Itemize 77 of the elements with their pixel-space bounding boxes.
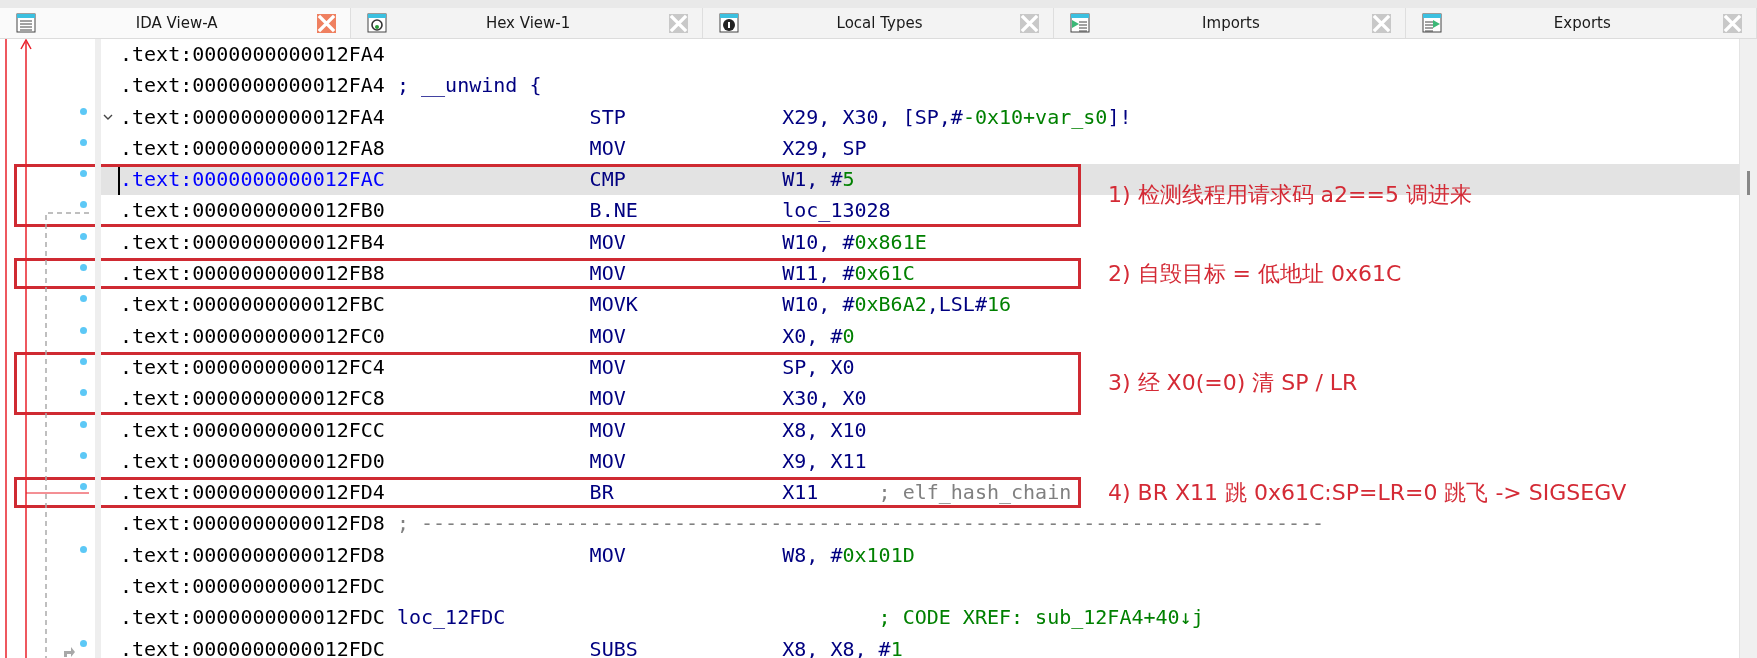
close-button[interactable] [1020, 13, 1040, 33]
mnemonic-text: MOV [589, 134, 627, 162]
close-button[interactable] [1371, 13, 1391, 33]
address-text[interactable]: .text:0000000000012FD8 [120, 539, 397, 572]
mnemonic-text: MOV [589, 541, 627, 569]
address-text[interactable]: .text:0000000000012FC0 [120, 320, 397, 352]
address-text[interactable]: .text:0000000000012FDC [120, 633, 397, 658]
operand-text: W8, #0x101D [782, 541, 915, 569]
comment-text: ; elf_hash_chain [878, 479, 1072, 507]
directive-text: ; __unwind { [396, 72, 543, 100]
close-button[interactable] [668, 13, 688, 33]
label-text: loc_12FDC [396, 604, 507, 632]
address-text[interactable]: .text:0000000000012FCC [120, 414, 397, 446]
mnemonic-text: MOV [589, 322, 627, 350]
operand-text: W1, #5 [782, 166, 856, 194]
export-list-icon [1421, 13, 1442, 33]
operand-text: X8, X8, #1 [782, 635, 903, 658]
address-text[interactable]: .text:0000000000012FBC [120, 289, 397, 321]
annotation-text: 1) 检测线程用请求码 a2==5 调进来 [1108, 181, 1472, 210]
mnemonic-text: STP [589, 103, 627, 131]
tab[interactable]: IDA View-A [0, 8, 352, 38]
operand-text: X29, X30, [SP,#-0x10+var_s0]! [782, 103, 1132, 131]
mnemonic-text: MOV [589, 228, 627, 256]
address-text[interactable]: .text:0000000000012FC4 [120, 351, 397, 384]
mnemonic-text: SUBS [589, 635, 639, 658]
mnemonic-text: MOV [589, 416, 627, 444]
tab[interactable]: Local Types [702, 8, 1055, 38]
tab[interactable]: Hex View-1 [351, 8, 703, 38]
operand-text: W11, #0x61C [782, 260, 915, 288]
import-list-icon [1070, 13, 1091, 33]
operand-text: X11 [782, 479, 820, 507]
text-cursor [118, 164, 120, 195]
mnemonic-text: MOVK [589, 291, 639, 319]
annotation-text: 4) BR X11 跳 0x61C:SP=LR=0 跳飞 -> SIGSEGV [1108, 478, 1627, 507]
annotation-text: 2) 自毁目标 = 低地址 0x61C [1108, 259, 1402, 288]
globe-window-icon [367, 13, 388, 33]
tab[interactable]: Exports [1405, 8, 1757, 38]
info-window-icon [718, 13, 739, 33]
address-text[interactable]: .text:0000000000012FB8 [120, 258, 397, 290]
operand-text: X0, #0 [782, 322, 856, 350]
address-text[interactable]: .text:0000000000012FD0 [120, 445, 397, 478]
mnemonic-text: MOV [589, 353, 627, 381]
mnemonic-text: CMP [589, 166, 627, 194]
operand-text: X29, SP [782, 134, 868, 162]
mnemonic-text: B.NE [589, 197, 639, 225]
address-text[interactable]: .text:0000000000012FAC [120, 164, 397, 196]
mnemonic-text: MOV [589, 260, 627, 288]
mnemonic-text: MOV [589, 385, 627, 413]
address-text[interactable]: .text:0000000000012FA4 [120, 39, 397, 71]
address-text[interactable]: .text:0000000000012FB0 [120, 195, 397, 227]
address-text[interactable]: .text:0000000000012FD4 [120, 477, 397, 509]
address-text[interactable]: .text:0000000000012FDC [120, 571, 397, 603]
annotation-text: 3) 经 X0(=0) 清 SP / LR [1108, 369, 1358, 398]
close-button[interactable] [1723, 13, 1743, 33]
address-text[interactable]: .text:0000000000012FA4 [120, 101, 397, 133]
operand-text: X30, X0 [782, 385, 868, 413]
address-text[interactable]: .text:0000000000012FDC [120, 602, 397, 634]
scroll-thumb[interactable] [1747, 171, 1750, 195]
operand-text: SP, X0 [782, 353, 856, 381]
address-text[interactable]: .text:0000000000012FC8 [120, 383, 397, 415]
separator-line: ; --------------------------------------------------------------------------- [396, 510, 1325, 538]
address-text[interactable]: .text:0000000000012FA8 [120, 132, 397, 165]
list-window-icon [16, 13, 36, 33]
address-text[interactable]: .text:0000000000012FD8 [120, 508, 397, 540]
operand-text: X9, X11 [782, 447, 868, 475]
operand-text: W10, #0xB6A2,LSL#16 [782, 291, 1012, 319]
xref-comment: ; CODE XREF: sub_12FA4+40↓j [878, 604, 1204, 632]
tab[interactable]: Imports [1054, 8, 1406, 38]
address-text[interactable]: .text:0000000000012FA4 [120, 70, 397, 102]
scrollbar[interactable] [1739, 39, 1757, 658]
operand-text: W10, #0x861E [782, 228, 927, 256]
operand-text: loc_13028 [782, 197, 891, 225]
address-text[interactable]: .text:0000000000012FB4 [120, 226, 397, 259]
mnemonic-text: MOV [589, 447, 627, 475]
mnemonic-text: BR [589, 479, 615, 507]
operand-text: X8, X10 [782, 416, 868, 444]
close-button[interactable] [317, 13, 337, 33]
